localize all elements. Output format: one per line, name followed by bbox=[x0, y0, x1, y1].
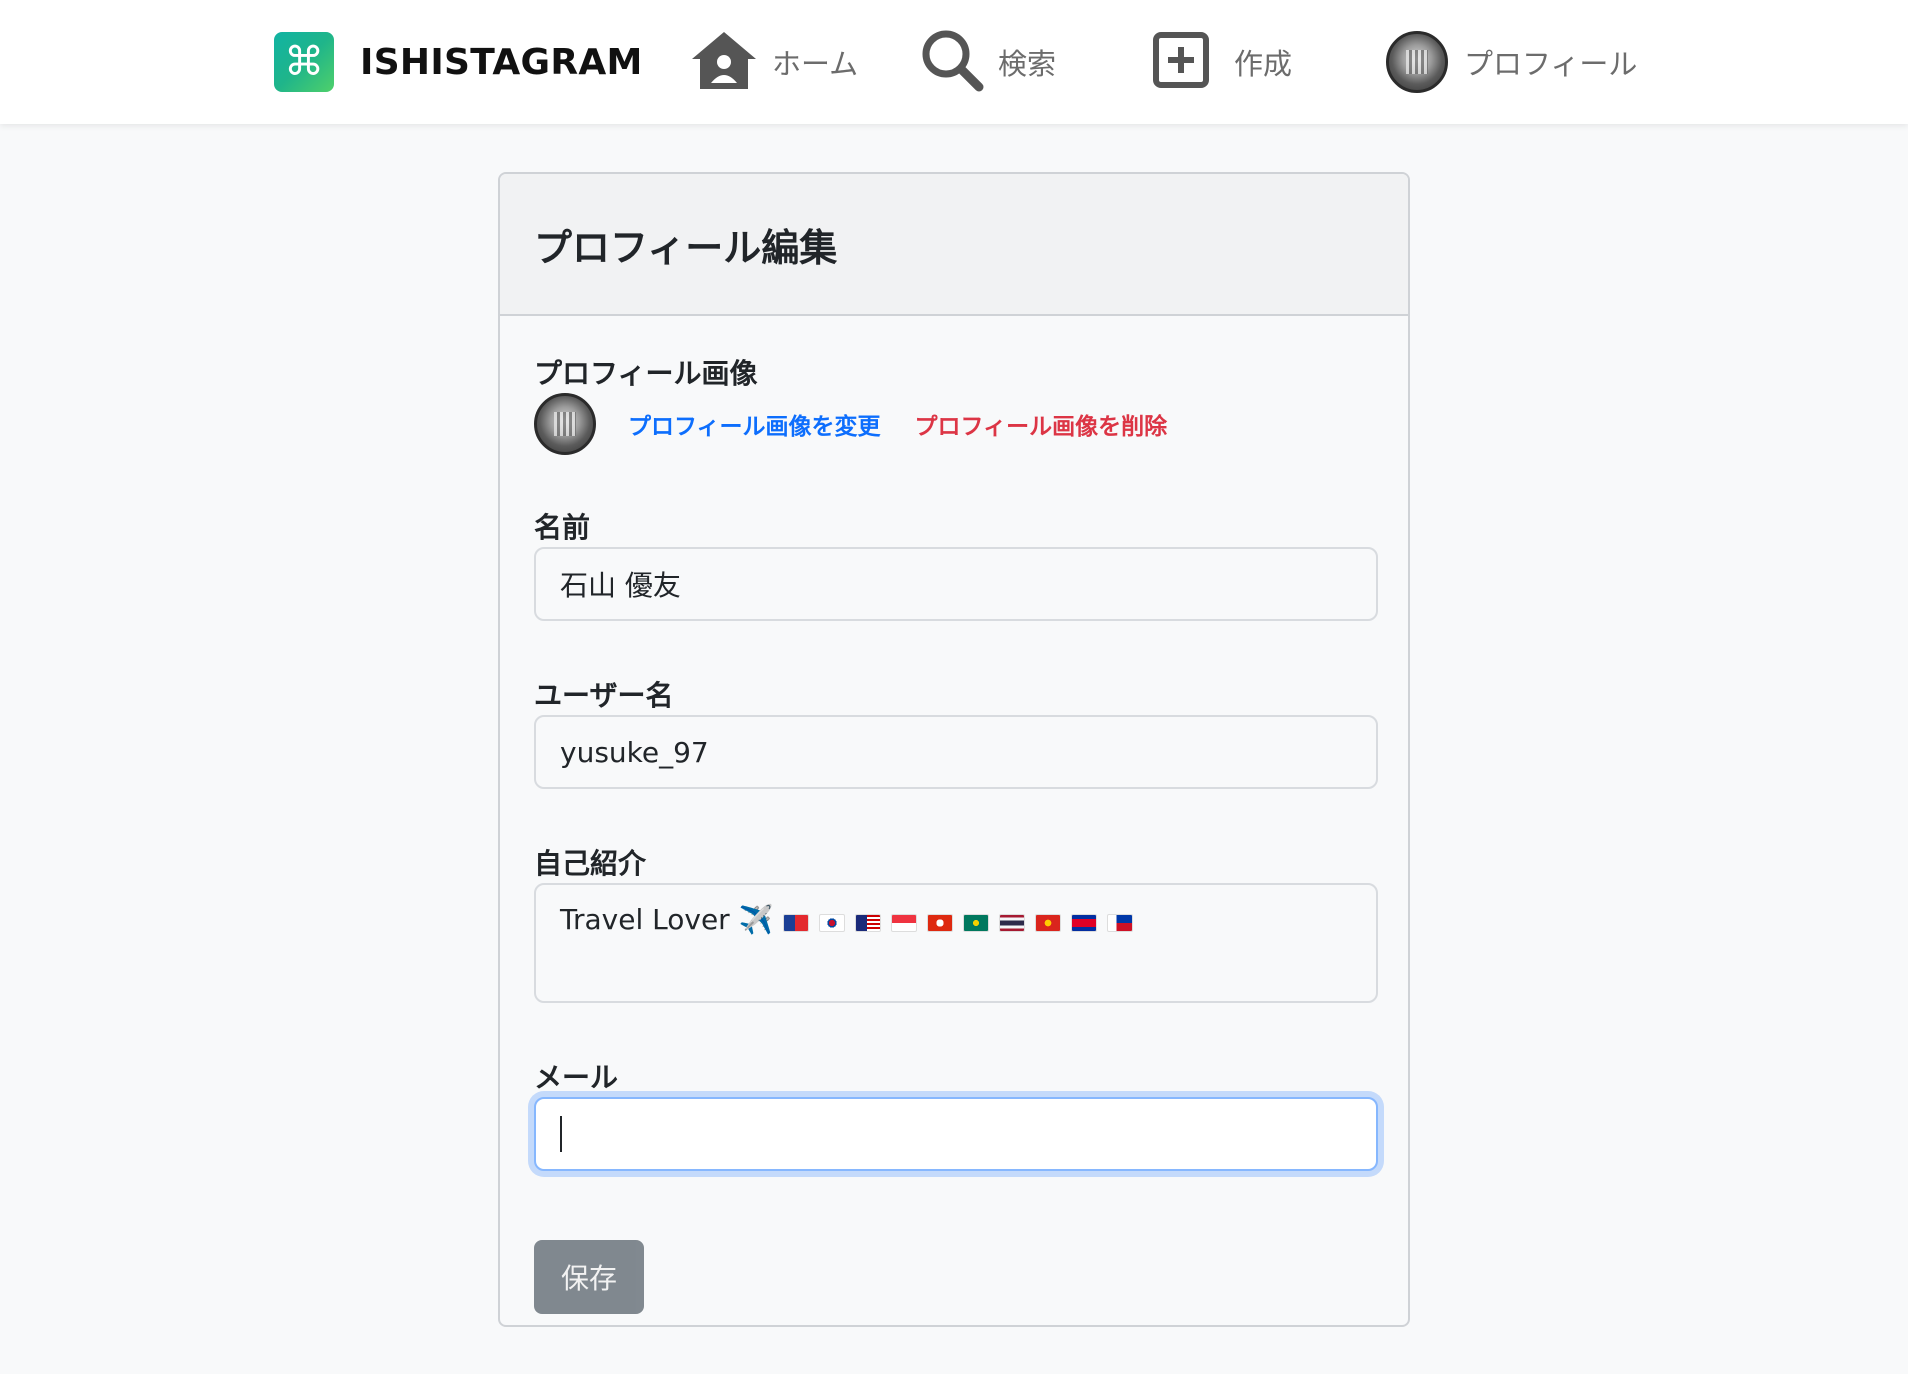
profile-image-label: プロフィール画像 bbox=[534, 357, 758, 390]
plus-square-icon bbox=[1152, 31, 1210, 93]
text-caret bbox=[560, 1116, 562, 1152]
username-field[interactable] bbox=[534, 715, 1378, 789]
thailand-flag bbox=[999, 914, 1026, 932]
malaysia-flag bbox=[855, 914, 882, 932]
taiwan-flag bbox=[783, 914, 810, 932]
nav-create[interactable]: 作成 bbox=[1152, 28, 1292, 96]
search-icon bbox=[920, 28, 984, 96]
nav-profile-label: プロフィール bbox=[1464, 47, 1638, 81]
delete-profile-image-link[interactable]: プロフィール画像を削除 bbox=[915, 407, 1168, 441]
profile-image-row: プロフィール画像を変更 プロフィール画像を削除 bbox=[534, 393, 1167, 455]
cambodia-flag bbox=[1071, 914, 1098, 932]
page-title: プロフィール編集 bbox=[534, 225, 838, 270]
nav-profile[interactable]: プロフィール bbox=[1386, 28, 1637, 96]
nav-home[interactable]: ホーム bbox=[690, 28, 858, 96]
korea-flag bbox=[819, 914, 846, 932]
change-profile-image-link[interactable]: プロフィール画像を変更 bbox=[628, 407, 881, 441]
username-label: ユーザー名 bbox=[534, 679, 674, 712]
email-field[interactable] bbox=[534, 1097, 1378, 1171]
brand[interactable]: ⌘ ISHISTAGRAM bbox=[274, 32, 643, 92]
nav-search[interactable]: 検索 bbox=[920, 28, 1056, 96]
top-nav: ⌘ ISHISTAGRAM ホーム 検索 作成 プロフィール bbox=[0, 0, 1908, 124]
hong-kong-flag bbox=[927, 914, 954, 932]
brand-logo-icon: ⌘ bbox=[274, 32, 334, 92]
bio-text: Travel Lover ✈️ bbox=[560, 903, 774, 936]
bio-textarea[interactable]: Travel Lover ✈️ bbox=[534, 883, 1378, 1003]
nav-home-label: ホーム bbox=[772, 47, 859, 81]
singapore-flag bbox=[891, 914, 918, 932]
vietnam-flag bbox=[1035, 914, 1062, 932]
avatar bbox=[1386, 31, 1448, 93]
save-button[interactable]: 保存 bbox=[534, 1240, 644, 1314]
edit-profile-card: プロフィール編集 プロフィール画像 プロフィール画像を変更 プロフィール画像を削… bbox=[498, 172, 1410, 1327]
home-icon bbox=[690, 29, 758, 95]
bio-flags bbox=[773, 903, 1134, 936]
macau-flag bbox=[963, 914, 990, 932]
philippines-flag bbox=[1107, 914, 1134, 932]
email-label: メール bbox=[534, 1061, 619, 1094]
bio-label: 自己紹介 bbox=[534, 847, 647, 880]
name-field[interactable] bbox=[534, 547, 1378, 621]
nav-search-label: 検索 bbox=[998, 47, 1057, 81]
name-label: 名前 bbox=[534, 511, 591, 544]
nav-create-label: 作成 bbox=[1234, 47, 1293, 81]
card-header: プロフィール編集 bbox=[500, 174, 1408, 316]
brand-name: ISHISTAGRAM bbox=[360, 41, 643, 83]
profile-avatar bbox=[534, 393, 596, 455]
